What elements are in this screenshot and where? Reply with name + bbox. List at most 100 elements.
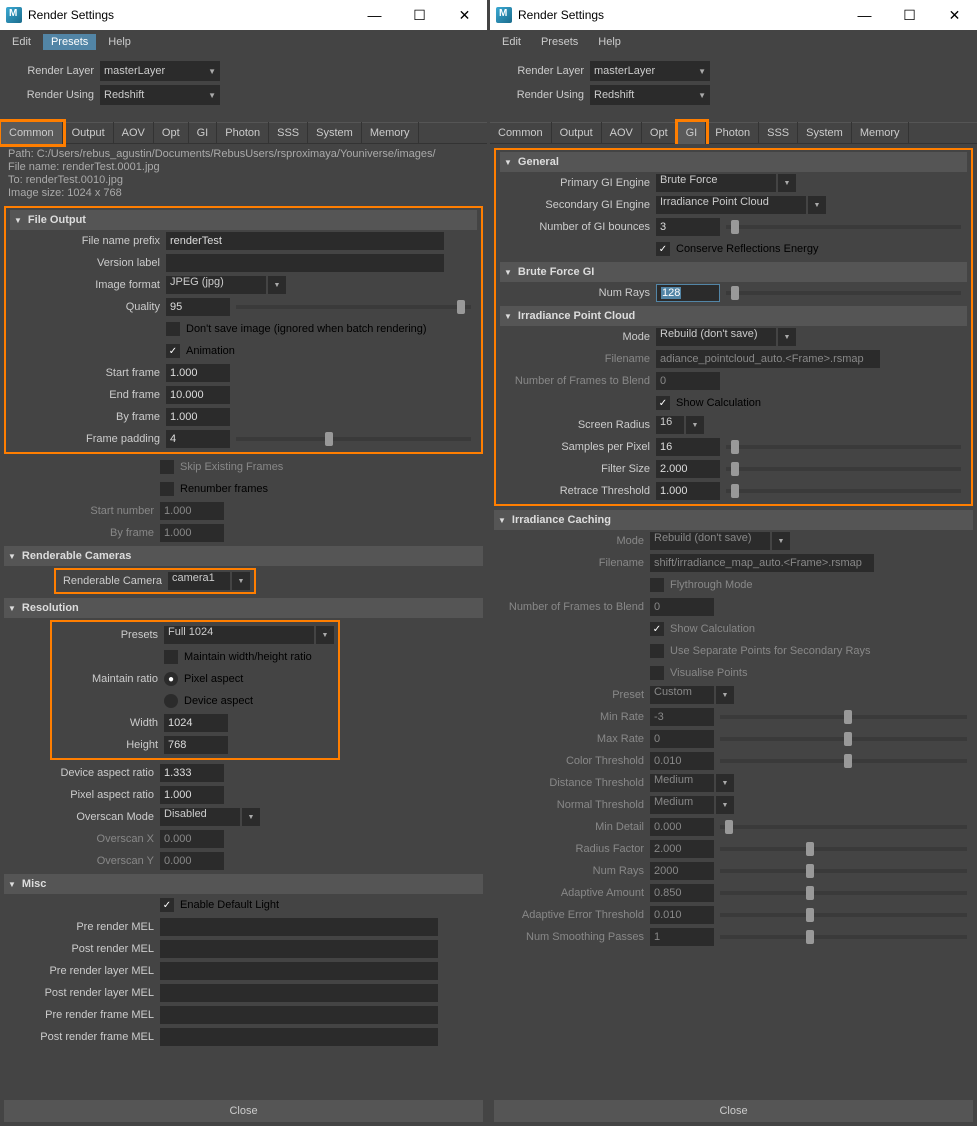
post-layer-mel-input[interactable] [160, 984, 438, 1002]
disclosure-icon: ▼ [8, 604, 16, 613]
quality-input[interactable] [166, 298, 230, 316]
tab-opt[interactable]: Opt [154, 122, 189, 144]
menu-edit[interactable]: Edit [4, 34, 39, 50]
bounces-input[interactable] [656, 218, 720, 236]
version-label-input[interactable] [166, 254, 444, 272]
ipc-mode-select[interactable]: Rebuild (don't save) [656, 328, 776, 346]
max-rate-slider [720, 737, 967, 741]
tab-memory[interactable]: Memory [852, 122, 909, 144]
close-button[interactable]: Close [4, 1100, 483, 1122]
panel-header-cameras[interactable]: ▼Renderable Cameras [4, 546, 483, 566]
start-frame-input[interactable] [166, 364, 230, 382]
tab-sss[interactable]: SSS [269, 122, 308, 144]
tab-opt[interactable]: Opt [642, 122, 677, 144]
tab-common[interactable]: Common [490, 122, 552, 144]
adapt-amt-slider [720, 891, 967, 895]
panel-header-general[interactable]: ▼General [500, 152, 967, 172]
frame-padding-input[interactable] [166, 430, 230, 448]
tab-common[interactable]: Common [1, 122, 63, 144]
post-render-mel-input[interactable] [160, 940, 438, 958]
tab-system[interactable]: System [308, 122, 362, 144]
end-frame-input[interactable] [166, 386, 230, 404]
primary-gi-select[interactable]: Brute Force [656, 174, 776, 192]
dont-save-checkbox[interactable] [166, 322, 180, 336]
pre-render-mel-input[interactable] [160, 918, 438, 936]
screen-radius-select[interactable]: 16 [656, 416, 684, 434]
file-prefix-input[interactable] [166, 232, 444, 250]
panel-header-misc[interactable]: ▼Misc [4, 874, 483, 894]
pre-layer-mel-input[interactable] [160, 962, 438, 980]
close-window-button[interactable]: ✕ [932, 0, 977, 30]
panel-header-bruteforce[interactable]: ▼Brute Force GI [500, 262, 967, 282]
presets-select[interactable]: Full 1024 [164, 626, 314, 644]
pixel-aspect-radio[interactable]: ● [164, 672, 178, 686]
numrays-slider[interactable] [726, 291, 961, 295]
tab-aov[interactable]: AOV [114, 122, 154, 144]
path-info: Path: C:/Users/rebus_agustin/Documents/R… [0, 144, 487, 204]
render-using-select[interactable]: Redshift▼ [590, 85, 710, 105]
tab-gi[interactable]: GI [189, 122, 218, 144]
pixel-aspect-input[interactable] [160, 786, 224, 804]
menu-help[interactable]: Help [100, 34, 139, 50]
minimize-button[interactable]: — [842, 0, 887, 30]
maintain-wh-checkbox[interactable] [164, 650, 178, 664]
close-button[interactable]: Close [494, 1100, 973, 1122]
chevron-down-icon: ▼ [778, 328, 796, 346]
width-input[interactable] [164, 714, 228, 732]
tab-gi[interactable]: GI [678, 122, 707, 144]
device-aspect-input[interactable] [160, 764, 224, 782]
menu-help[interactable]: Help [590, 34, 629, 50]
render-layer-select[interactable]: masterLayer▼ [590, 61, 710, 81]
render-layer-select[interactable]: masterLayer▼ [100, 61, 220, 81]
tab-memory[interactable]: Memory [362, 122, 419, 144]
image-format-select[interactable]: JPEG (jpg) [166, 276, 266, 294]
overscan-mode-select[interactable]: Disabled [160, 808, 240, 826]
spp-slider[interactable] [726, 445, 961, 449]
panel-header-resolution[interactable]: ▼Resolution [4, 598, 483, 618]
enable-light-checkbox[interactable]: ✓ [160, 898, 174, 912]
render-layer-label: Render Layer [4, 65, 100, 77]
tab-output[interactable]: Output [64, 122, 114, 144]
maximize-button[interactable]: ☐ [887, 0, 932, 30]
height-input[interactable] [164, 736, 228, 754]
by-frame-input[interactable] [166, 408, 230, 426]
tab-output[interactable]: Output [552, 122, 602, 144]
skip-existing-checkbox[interactable] [160, 460, 174, 474]
renderable-camera-select[interactable]: camera1 [168, 572, 230, 590]
menu-presets[interactable]: Presets [43, 34, 96, 50]
tab-photon[interactable]: Photon [707, 122, 759, 144]
conserve-checkbox[interactable]: ✓ [656, 242, 670, 256]
device-aspect-radio[interactable] [164, 694, 178, 708]
ic-preset-select: Custom [650, 686, 714, 704]
menu-presets[interactable]: Presets [533, 34, 586, 50]
retrace-input[interactable] [656, 482, 720, 500]
quality-slider[interactable] [236, 305, 471, 309]
ipc-frames-input [656, 372, 720, 390]
spp-input[interactable] [656, 438, 720, 456]
tab-aov[interactable]: AOV [602, 122, 642, 144]
menu-edit[interactable]: Edit [494, 34, 529, 50]
renumber-checkbox[interactable] [160, 482, 174, 496]
panel-header-ipc[interactable]: ▼Irradiance Point Cloud [500, 306, 967, 326]
tab-sss[interactable]: SSS [759, 122, 798, 144]
close-window-button[interactable]: ✕ [442, 0, 487, 30]
ipc-showcalc-checkbox[interactable]: ✓ [656, 396, 670, 410]
numrays-input[interactable]: 128 [656, 284, 720, 302]
secondary-gi-select[interactable]: Irradiance Point Cloud [656, 196, 806, 214]
minimize-button[interactable]: — [352, 0, 397, 30]
tab-photon[interactable]: Photon [217, 122, 269, 144]
bounces-slider[interactable] [726, 225, 961, 229]
frame-padding-slider[interactable] [236, 437, 471, 441]
animation-checkbox[interactable]: ✓ [166, 344, 180, 358]
pre-frame-mel-input[interactable] [160, 1006, 438, 1024]
render-using-select[interactable]: Redshift▼ [100, 85, 220, 105]
post-frame-mel-input[interactable] [160, 1028, 438, 1046]
filter-input[interactable] [656, 460, 720, 478]
maximize-button[interactable]: ☐ [397, 0, 442, 30]
tab-system[interactable]: System [798, 122, 852, 144]
panel-header-irrcache[interactable]: ▼Irradiance Caching [494, 510, 973, 530]
retrace-slider[interactable] [726, 489, 961, 493]
filter-slider[interactable] [726, 467, 961, 471]
panel-header-file-output[interactable]: ▼File Output [10, 210, 477, 230]
disclosure-icon: ▼ [14, 216, 22, 225]
